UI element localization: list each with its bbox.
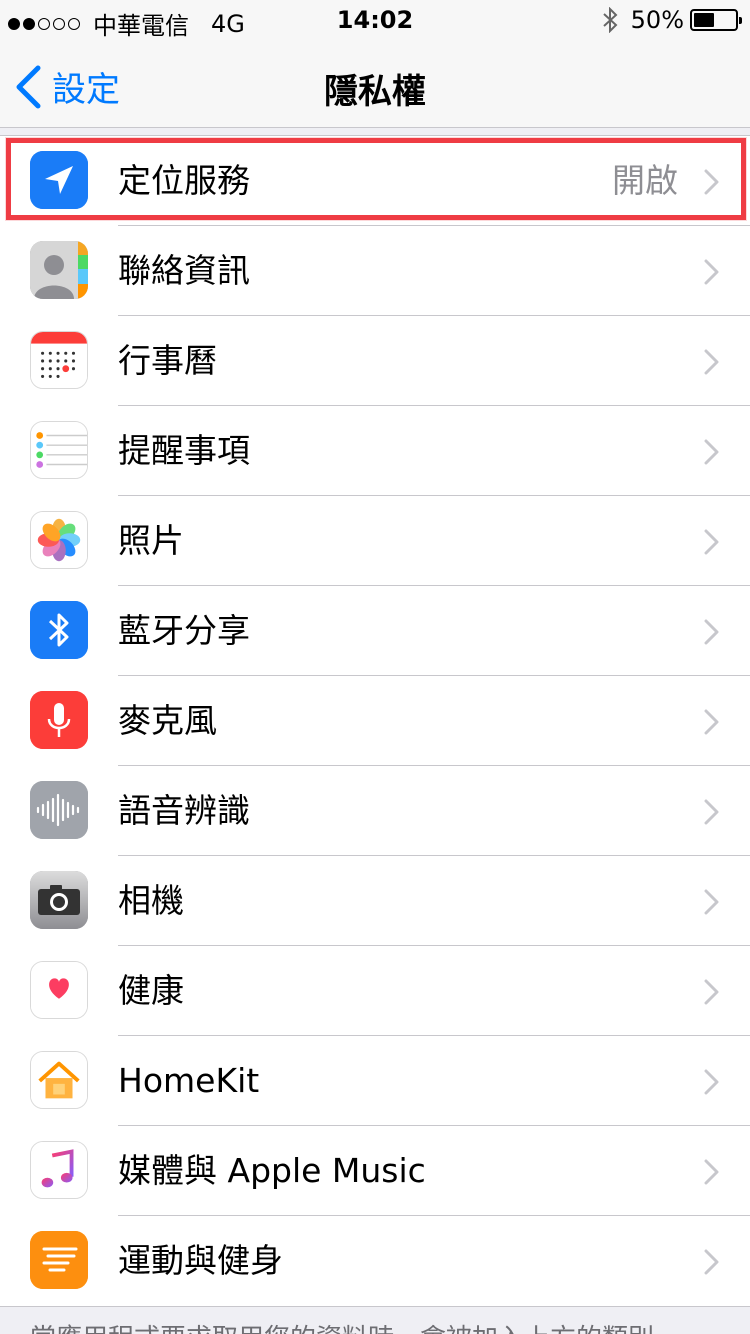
- speech-waveform-icon: [30, 781, 88, 839]
- chevron-right-icon: [704, 349, 720, 375]
- music-note-icon: [30, 1141, 88, 1199]
- chevron-right-icon: [704, 1069, 720, 1095]
- chevron-right-icon: [704, 889, 720, 915]
- motion-fitness-icon: [30, 1231, 88, 1289]
- list-item-label: 照片: [118, 521, 184, 560]
- list-item-label: 行事曆: [118, 341, 217, 380]
- battery-percent: 50%: [630, 6, 684, 34]
- battery-icon: [690, 9, 742, 31]
- list-item-label: 健康: [118, 971, 184, 1010]
- navigation-bar: 設定 隱私權: [0, 40, 750, 128]
- page-title: 隱私權: [324, 72, 426, 112]
- camera-icon: [30, 871, 88, 929]
- list-item[interactable]: 聯絡資訊: [0, 226, 750, 316]
- bluetooth-icon: [30, 601, 88, 659]
- list-item-label: 語音辨識: [118, 791, 250, 830]
- location-arrow-icon: [30, 151, 88, 209]
- list-item[interactable]: 定位服務 開啟: [0, 136, 750, 226]
- list-item-label: 聯絡資訊: [118, 251, 250, 290]
- battery-fill: [694, 13, 714, 27]
- reminders-icon: [30, 421, 88, 479]
- chevron-right-icon: [704, 1249, 720, 1275]
- list-item[interactable]: 行事曆: [0, 316, 750, 406]
- list-item[interactable]: HomeKit: [0, 1036, 750, 1126]
- list-item[interactable]: 提醒事項: [0, 406, 750, 496]
- status-bar: 中華電信 4G 14:02 50%: [0, 0, 750, 40]
- calendar-icon: [30, 331, 88, 389]
- list-item-value: 開啟: [612, 161, 678, 200]
- list-item[interactable]: 健康: [0, 946, 750, 1036]
- list-item[interactable]: 運動與健身: [0, 1216, 750, 1306]
- chevron-right-icon: [704, 259, 720, 285]
- homekit-house-icon: [30, 1051, 88, 1109]
- list-item-label: 相機: [118, 881, 184, 920]
- list-item-label: 媒體與 Apple Music: [118, 1151, 426, 1190]
- list-item-label: 麥克風: [118, 701, 217, 740]
- chevron-right-icon: [704, 529, 720, 555]
- privacy-list: 定位服務 開啟聯絡資訊行事曆提醒事項照片藍牙分享麥克風語音辨識相機健康 HomeKi…: [0, 135, 750, 1307]
- list-item[interactable]: 藍牙分享: [0, 586, 750, 676]
- microphone-icon: [30, 691, 88, 749]
- chevron-right-icon: [704, 439, 720, 465]
- status-right: 50%: [601, 6, 742, 34]
- bluetooth-status-icon: [602, 7, 618, 33]
- photos-icon: [30, 511, 88, 569]
- list-item-label: 定位服務: [118, 161, 250, 200]
- list-item[interactable]: 麥克風: [0, 676, 750, 766]
- health-heart-icon: [30, 961, 88, 1019]
- list-item[interactable]: 媒體與 Apple Music: [0, 1126, 750, 1216]
- list-item-label: HomeKit: [118, 1061, 260, 1100]
- list-item[interactable]: 照片: [0, 496, 750, 586]
- chevron-right-icon: [704, 979, 720, 1005]
- chevron-right-icon: [704, 709, 720, 735]
- chevron-right-icon: [704, 169, 720, 195]
- list-item-label: 運動與健身: [118, 1241, 283, 1280]
- list-item-label: 提醒事項: [118, 431, 250, 470]
- chevron-right-icon: [704, 799, 720, 825]
- chevron-right-icon: [704, 619, 720, 645]
- list-item[interactable]: 語音辨識: [0, 766, 750, 856]
- list-item-label: 藍牙分享: [118, 611, 250, 650]
- chevron-right-icon: [704, 1159, 720, 1185]
- footer-note: 當應用程式要求取用您的資料時，會被加入上方的類別。: [30, 1318, 730, 1334]
- contacts-icon: [30, 241, 88, 299]
- list-item[interactable]: 相機: [0, 856, 750, 946]
